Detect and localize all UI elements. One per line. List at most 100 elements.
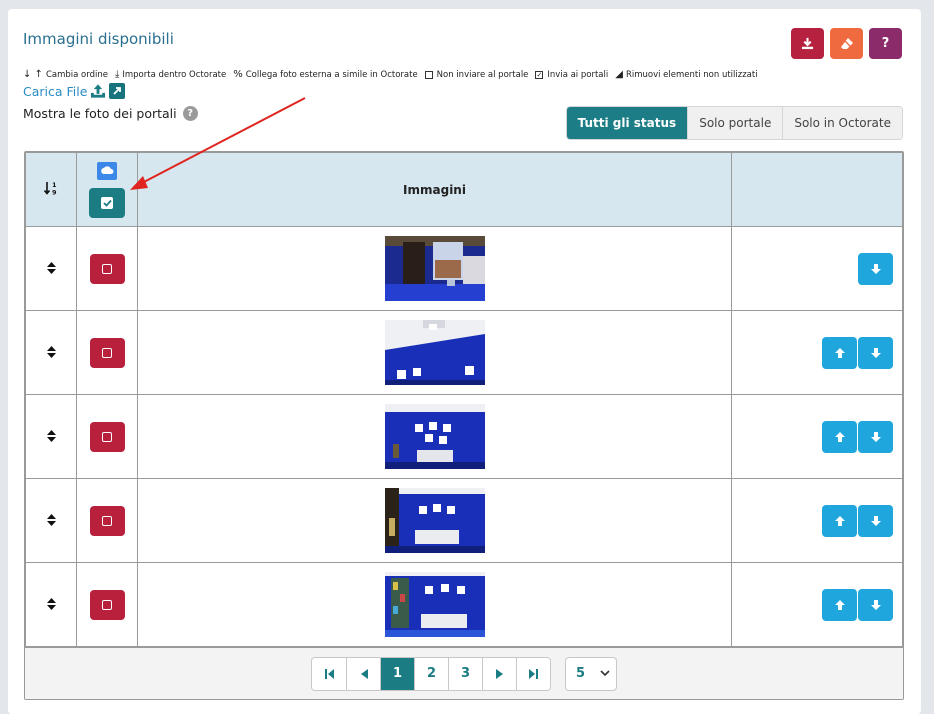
pagination-bar: 1 2 3 5 xyxy=(25,647,903,699)
move-actions-cell xyxy=(731,226,903,311)
checkbox-empty-icon xyxy=(102,347,112,358)
move-up-button[interactable] xyxy=(822,504,857,537)
images-table: 1 9 Immagini 1 2 3 5 xyxy=(24,151,904,700)
legend-reorder: ↓ ↑ Cambia ordine xyxy=(23,69,108,80)
arrow-up-icon xyxy=(834,515,845,526)
next-page-button[interactable] xyxy=(482,657,516,690)
filter-portal-only[interactable]: Solo portale xyxy=(687,107,783,139)
arrow-up-icon xyxy=(834,431,845,442)
move-down-button[interactable] xyxy=(858,252,893,285)
send-to-portal-checkbox[interactable] xyxy=(89,589,125,620)
move-down-button[interactable] xyxy=(858,588,893,621)
page-1-button[interactable]: 1 xyxy=(380,657,414,690)
move-actions-cell xyxy=(731,478,903,563)
arrow-down-icon xyxy=(870,515,881,526)
room-photo-thumbnail[interactable] xyxy=(384,488,485,553)
move-down-button[interactable] xyxy=(858,336,893,369)
send-to-portal-checkbox[interactable] xyxy=(89,421,125,452)
portal-send-cell xyxy=(76,394,138,479)
prev-page-icon xyxy=(360,668,368,679)
move-down-button[interactable] xyxy=(858,420,893,453)
help-circle-icon[interactable]: ? xyxy=(182,106,198,121)
image-cell xyxy=(137,310,732,395)
download-button[interactable] xyxy=(791,28,824,59)
room-photo-thumbnail[interactable] xyxy=(384,572,485,637)
table-row xyxy=(25,478,903,563)
reorder-cell xyxy=(25,226,77,311)
per-page-value: 5 xyxy=(576,666,586,681)
table-row xyxy=(25,394,903,479)
room-photo-thumbnail[interactable] xyxy=(384,320,485,385)
drag-sort-icon[interactable] xyxy=(46,430,56,445)
page-3-button[interactable]: 3 xyxy=(448,657,482,690)
page-2-button[interactable]: 2 xyxy=(414,657,448,690)
move-up-button[interactable] xyxy=(822,588,857,621)
checkbox-checked-icon xyxy=(101,196,113,209)
legend-link: % Collega foto esterna a simile in Octor… xyxy=(233,69,418,80)
external-link-icon[interactable] xyxy=(109,83,126,99)
drag-sort-icon[interactable] xyxy=(46,262,56,277)
pagination: 1 2 3 xyxy=(311,656,551,691)
legend-send: ✓ Invia ai portali xyxy=(535,69,609,80)
link-icon: % xyxy=(233,69,243,80)
send-to-portal-checkbox[interactable] xyxy=(89,253,125,284)
first-page-icon xyxy=(324,668,334,679)
show-portal-photos: Mostra le foto dei portali ? xyxy=(23,106,198,121)
image-cell xyxy=(137,562,732,647)
table-row xyxy=(25,226,903,311)
show-portal-photos-label: Mostra le foto dei portali xyxy=(23,106,177,121)
actions-column-header xyxy=(731,152,903,227)
filter-octorate-only[interactable]: Solo in Octorate xyxy=(782,107,902,139)
move-down-button[interactable] xyxy=(858,504,893,537)
arrow-down-icon xyxy=(870,263,881,274)
checkbox-empty-icon xyxy=(102,599,112,610)
portal-column-header xyxy=(76,152,138,227)
reorder-cell xyxy=(25,394,77,479)
prev-page-button[interactable] xyxy=(346,657,380,690)
per-page-select[interactable]: 5 xyxy=(565,656,617,691)
images-column-header: Immagini xyxy=(137,152,732,227)
filter-all-status[interactable]: Tutti gli status xyxy=(566,107,688,139)
table-header-row: 1 9 Immagini xyxy=(25,152,903,227)
question-icon: ? xyxy=(881,36,890,51)
move-actions xyxy=(732,420,902,453)
send-to-portal-checkbox[interactable] xyxy=(89,505,125,536)
upload-icon[interactable] xyxy=(90,83,106,99)
move-up-button[interactable] xyxy=(822,336,857,369)
portal-logo-icon xyxy=(97,161,117,180)
arrow-down-icon xyxy=(870,347,881,358)
room-photo-thumbnail[interactable] xyxy=(384,404,485,469)
checkbox-empty-icon xyxy=(102,431,112,442)
arrow-down-icon xyxy=(870,599,881,610)
table-row xyxy=(25,310,903,395)
next-page-icon xyxy=(495,668,503,679)
upload-area: Carica File xyxy=(23,83,126,99)
room-photo-thumbnail[interactable] xyxy=(384,236,485,301)
move-actions-cell xyxy=(731,562,903,647)
drag-sort-icon[interactable] xyxy=(46,514,56,529)
upload-file-link[interactable]: Carica File xyxy=(23,84,87,99)
reorder-cell xyxy=(25,310,77,395)
send-to-portal-checkbox[interactable] xyxy=(89,337,125,368)
status-filter: Tutti gli status Solo portale Solo in Oc… xyxy=(565,106,903,140)
table-row xyxy=(25,562,903,647)
help-button[interactable]: ? xyxy=(869,28,902,59)
select-all-checkbox[interactable] xyxy=(89,187,125,218)
drag-sort-icon[interactable] xyxy=(46,346,56,361)
arrow-down-icon xyxy=(870,431,881,442)
image-cell xyxy=(137,478,732,563)
eraser-button[interactable] xyxy=(830,28,863,59)
arrow-up-icon xyxy=(834,347,845,358)
image-cell xyxy=(137,394,732,479)
sort-column-header[interactable]: 1 9 xyxy=(25,152,77,227)
drag-sort-icon[interactable] xyxy=(46,598,56,613)
move-actions xyxy=(732,336,902,369)
move-up-button[interactable] xyxy=(822,420,857,453)
checkbox-empty-icon xyxy=(102,263,112,274)
first-page-button[interactable] xyxy=(312,657,346,690)
last-page-button[interactable] xyxy=(516,657,550,690)
images-panel: Immagini disponibili ? ↓ ↑ Cambia ordine… xyxy=(8,9,921,714)
page-title: Immagini disponibili xyxy=(23,30,174,48)
move-actions xyxy=(732,588,902,621)
chevron-down-icon xyxy=(600,670,610,677)
